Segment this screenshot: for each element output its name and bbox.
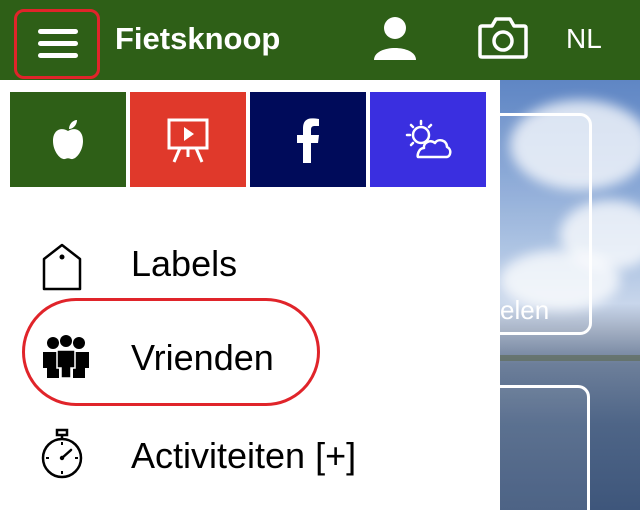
tag-icon (42, 243, 82, 291)
apple-icon (53, 119, 83, 159)
background-card-label: elen (500, 295, 550, 325)
user-profile-button[interactable] (372, 14, 418, 62)
navigation-drawer: Labels Vrienden Activiteiten [+] (0, 80, 500, 510)
app-title: Fietsknoop (115, 21, 281, 56)
user-icon (374, 17, 416, 60)
hamburger-line (38, 53, 78, 58)
facebook-icon (297, 117, 319, 163)
hamburger-line (38, 41, 78, 46)
tile-apple[interactable] (10, 92, 126, 187)
highlight-annotation (22, 298, 320, 406)
presentation-icon (167, 118, 209, 163)
tile-presentation[interactable] (130, 92, 246, 187)
hamburger-line (38, 29, 78, 34)
hamburger-menu-button[interactable] (14, 9, 100, 79)
camera-button[interactable] (477, 16, 529, 60)
menu-item-label: Labels (131, 243, 238, 284)
language-selector[interactable]: NL (566, 22, 602, 56)
camera-icon (478, 17, 528, 59)
weather-icon (405, 119, 452, 158)
menu-item-activiteiten[interactable]: Activiteiten [+] (0, 410, 500, 498)
stopwatch-icon (41, 428, 83, 479)
menu-item-label: Activiteiten [+] (131, 435, 357, 476)
top-app-bar: Fietsknoop NL (0, 0, 640, 80)
tile-facebook[interactable] (250, 92, 366, 187)
menu-item-labels[interactable]: Labels (0, 218, 500, 306)
tile-weather[interactable] (370, 92, 486, 187)
